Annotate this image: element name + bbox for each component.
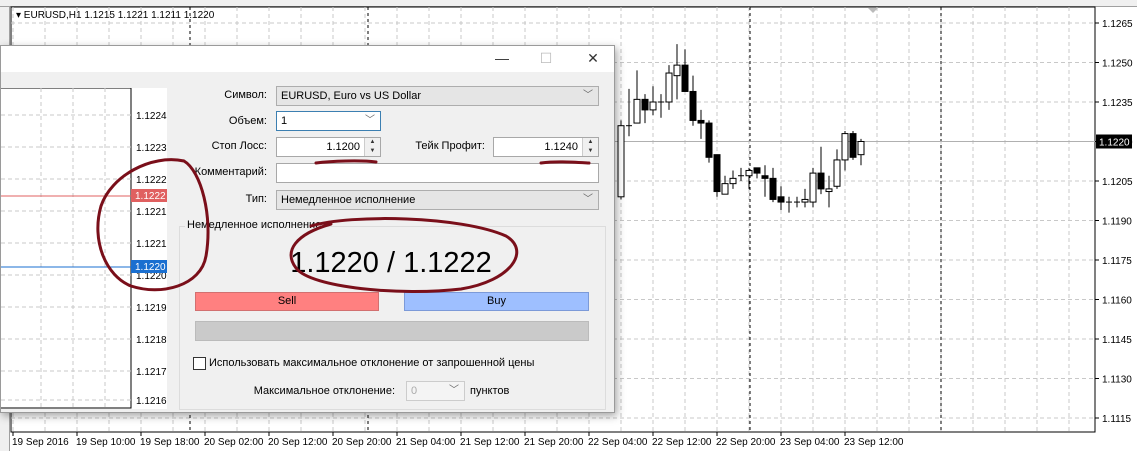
time-label: 23 Sep 12:00: [844, 437, 904, 448]
candle-bear: [769, 177, 777, 200]
price-label: 1.1265: [1102, 19, 1133, 30]
price-label: 1.1145: [1102, 335, 1132, 346]
candle-bull: [665, 72, 673, 103]
candle-bear: [641, 98, 649, 111]
candle-bull: [857, 141, 865, 156]
time-label: 20 Sep 12:00: [268, 437, 328, 448]
time-label: 23 Sep 04:00: [780, 437, 840, 448]
time-label: 22 Sep 04:00: [588, 437, 648, 448]
price-label: 1.1115: [1102, 414, 1132, 425]
candle-bear: [697, 119, 705, 124]
price-label: 1.1250: [1102, 59, 1133, 70]
candle-bull: [745, 169, 753, 177]
time-label: 19 Sep 18:00: [140, 437, 200, 448]
time-label: 19 Sep 10:00: [76, 437, 136, 448]
time-label: 21 Sep 12:00: [460, 437, 520, 448]
candle-bear: [817, 172, 825, 190]
price-label: 1.1130: [1102, 375, 1132, 386]
annotation-circle-quote: [289, 217, 519, 293]
time-label: 22 Sep 12:00: [652, 437, 712, 448]
candle-bull: [617, 125, 625, 198]
annotation-underline-sl: [314, 159, 378, 165]
time-label: 22 Sep 20:00: [716, 437, 776, 448]
price-label: 1.1190: [1102, 217, 1132, 228]
time-label: 21 Sep 20:00: [524, 437, 584, 448]
candle-bull: [633, 98, 641, 124]
candle-bear: [705, 122, 713, 158]
candle-bear: [681, 64, 689, 92]
current-price-label: 1.1220: [1099, 138, 1130, 149]
chart-title: ▾ EURUSD,H1 1.1215 1.1221 1.1211 1.1220: [16, 10, 215, 21]
candle-bear: [689, 90, 697, 121]
time-label: 20 Sep 20:00: [332, 437, 392, 448]
time-label: 20 Sep 02:00: [204, 437, 264, 448]
candle-bull: [825, 188, 833, 193]
price-label: 1.1175: [1102, 256, 1132, 267]
time-label: 19 Sep 2016: [12, 437, 69, 448]
candle-bull: [809, 172, 817, 203]
candle-bear: [713, 154, 721, 193]
candle-bull: [673, 64, 681, 77]
annotation-marks: [96, 158, 591, 293]
candle-bull: [721, 183, 729, 195]
price-label: 1.1235: [1102, 98, 1133, 109]
annotation-underline-tp: [539, 160, 591, 165]
candle-bear: [777, 196, 785, 203]
candle-bear: [753, 167, 761, 174]
candle-bear: [761, 175, 769, 179]
candle-bull: [729, 177, 737, 185]
candle-bear: [849, 133, 857, 158]
time-label: 21 Sep 04:00: [396, 437, 456, 448]
price-label: 1.1205: [1102, 177, 1133, 188]
candle-bull: [649, 101, 657, 111]
annotation-circle-tickchart: [96, 158, 210, 292]
candle-bull: [833, 159, 841, 187]
order-dialog: — ☐ ✕ 1.1224 1.1223 1.1222 1.1221 1.1221 1.12…: [0, 45, 615, 413]
candle-bull: [841, 133, 849, 161]
candle-bull: [801, 198, 809, 203]
price-label: 1.1160: [1102, 296, 1132, 307]
